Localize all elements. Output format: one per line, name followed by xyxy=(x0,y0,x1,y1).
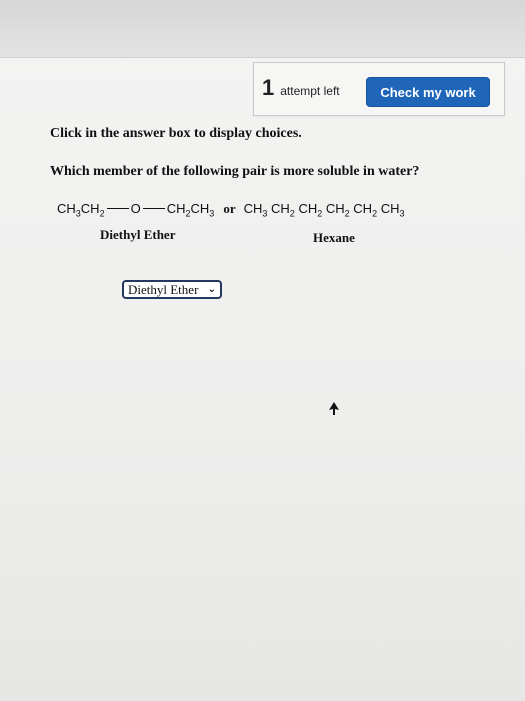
single-bond-line xyxy=(142,208,165,209)
question-page xyxy=(0,57,525,701)
attempts-count: 1 xyxy=(262,75,275,100)
single-bond-line xyxy=(106,208,129,209)
answer-dropdown[interactable]: Diethyl Ether ⌄ xyxy=(122,280,222,299)
screen-top-area xyxy=(0,0,525,58)
attempts-indicator: 1 attempt left xyxy=(262,75,340,101)
diethyl-ether-formula-right: CH2CH3 xyxy=(166,201,215,219)
check-my-work-button[interactable]: Check my work xyxy=(366,77,490,107)
question-prompt: Which member of the following pair is mo… xyxy=(50,164,420,179)
compound-pair-formulas: CH3CH2 O CH2CH3 or CH3 CH2 CH2 CH2 CH2 C… xyxy=(57,201,405,219)
answer-selected-value: Diethyl Ether xyxy=(128,281,199,297)
oxygen-atom: O xyxy=(130,201,141,216)
chevron-down-icon: ⌄ xyxy=(207,284,216,295)
diethyl-ether-formula-left: CH3CH2 xyxy=(57,201,105,219)
attempts-label: attempt left xyxy=(280,84,340,98)
mouse-pointer-icon xyxy=(328,402,340,421)
hexane-formula: CH3 CH2 CH2 CH2 CH2 CH3 xyxy=(243,201,405,219)
hexane-name: Hexane xyxy=(313,230,355,245)
or-connector: or xyxy=(223,201,236,216)
instruction-text: Click in the answer box to display choic… xyxy=(50,126,302,141)
diethyl-ether-name: Diethyl Ether xyxy=(100,227,176,242)
